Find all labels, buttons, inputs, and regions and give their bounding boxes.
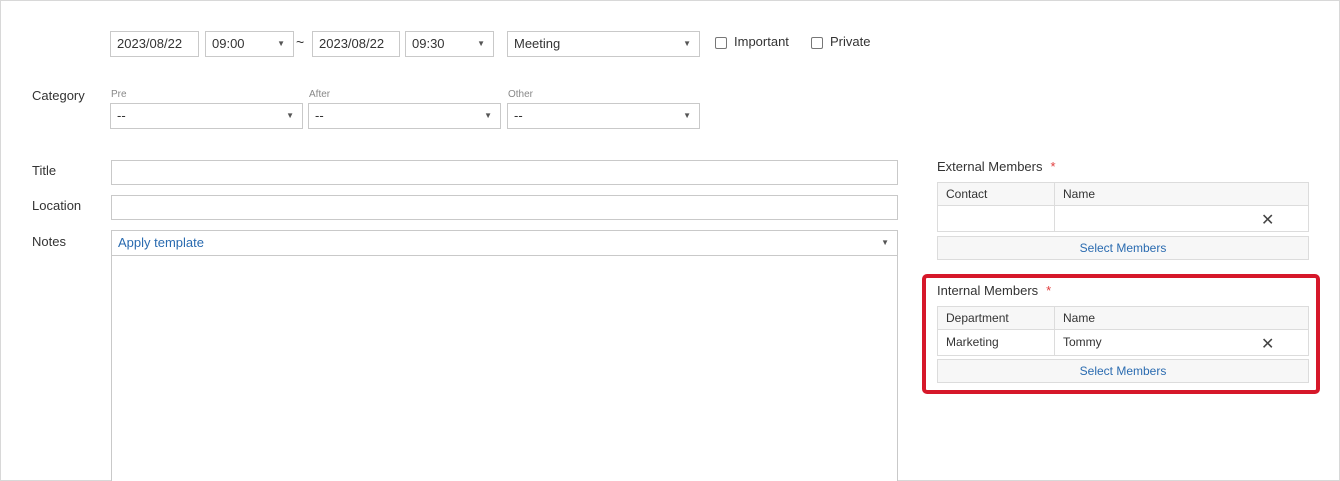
notes-label: Notes [32, 234, 66, 249]
after-label: After [309, 89, 331, 100]
chevron-down-icon: ▼ [286, 111, 294, 120]
pre-category-select[interactable]: -- ▼ [110, 103, 303, 129]
chevron-down-icon: ▼ [683, 39, 691, 48]
external-members-label: External Members [937, 159, 1043, 174]
start-date-field[interactable]: 2023/08/22 [110, 31, 199, 57]
location-label: Location [32, 198, 82, 213]
highlight-box [922, 274, 1320, 394]
external-members-title: External Members * [937, 159, 1056, 174]
start-time-value: 09:00 [212, 36, 245, 51]
apply-template-select[interactable]: Apply template ▼ [111, 230, 898, 256]
other-category-select[interactable]: -- ▼ [507, 103, 700, 129]
title-label: Title [32, 163, 57, 178]
end-date-value: 2023/08/22 [319, 36, 385, 51]
apply-template-link: Apply template [118, 235, 204, 250]
chevron-down-icon: ▼ [683, 111, 691, 120]
private-checkbox[interactable] [811, 37, 823, 49]
end-date-field[interactable]: 2023/08/22 [312, 31, 400, 57]
chevron-down-icon: ▼ [477, 39, 485, 48]
chevron-down-icon: ▼ [484, 111, 492, 120]
other-label: Other [508, 89, 534, 100]
end-time-select[interactable]: 09:30 ▼ [405, 31, 494, 57]
external-row-contact [937, 205, 1055, 232]
schedule-form: 2023/08/22 09:00 ▼ ~ 2023/08/22 09:30 ▼ … [0, 0, 1340, 481]
pre-label: Pre [111, 89, 127, 100]
required-mark: * [1050, 159, 1056, 174]
chevron-down-icon: ▼ [881, 238, 889, 247]
external-header-contact: Contact [937, 182, 1055, 206]
event-type-value: Meeting [514, 36, 561, 51]
other-category-value: -- [514, 108, 523, 123]
after-category-value: -- [315, 108, 324, 123]
location-input[interactable] [111, 195, 898, 220]
pre-category-value: -- [117, 108, 126, 123]
start-date-value: 2023/08/22 [117, 36, 183, 51]
end-time-value: 09:30 [412, 36, 445, 51]
important-label: Important [734, 34, 789, 49]
important-checkbox[interactable] [715, 37, 727, 49]
external-select-members-button[interactable]: Select Members [937, 236, 1309, 260]
category-label: Category [32, 88, 85, 103]
time-range-separator: ~ [296, 34, 305, 50]
start-time-select[interactable]: 09:00 ▼ [205, 31, 294, 57]
chevron-down-icon: ▼ [277, 39, 285, 48]
close-icon[interactable]: ✕ [1261, 210, 1274, 230]
private-label: Private [830, 34, 871, 49]
title-input[interactable] [111, 160, 898, 185]
external-header-name: Name [1054, 182, 1309, 206]
after-category-select[interactable]: -- ▼ [308, 103, 501, 129]
notes-textarea[interactable] [111, 255, 898, 481]
event-type-select[interactable]: Meeting ▼ [507, 31, 700, 57]
